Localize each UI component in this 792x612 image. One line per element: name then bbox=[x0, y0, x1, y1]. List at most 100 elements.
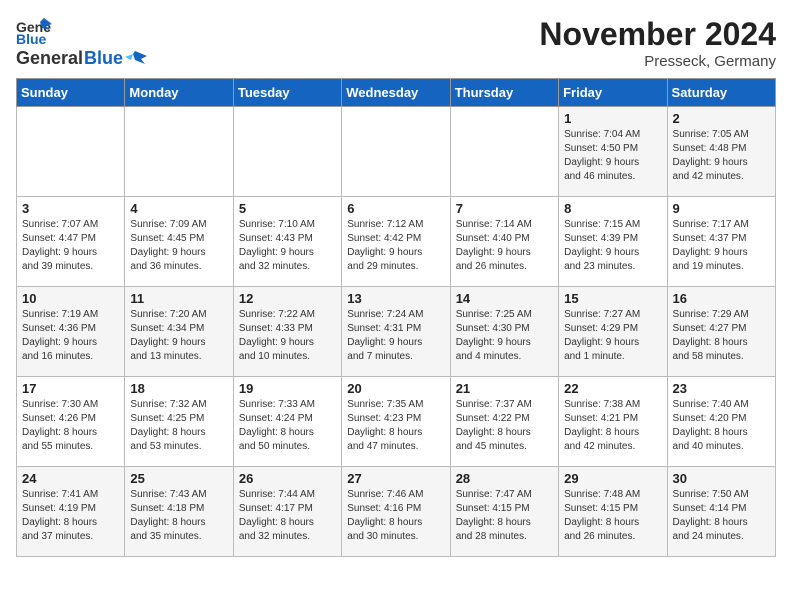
day-number: 25 bbox=[130, 471, 227, 486]
location: Presseck, Germany bbox=[539, 53, 776, 70]
day-number: 26 bbox=[239, 471, 336, 486]
day-info: Sunrise: 7:48 AM Sunset: 4:15 PM Dayligh… bbox=[564, 488, 661, 544]
calendar-cell: 20 Sunrise: 7:35 AM Sunset: 4:23 PM Dayli… bbox=[342, 377, 450, 467]
calendar-cell: 8Sunrise: 7:15 AM Sunset: 4:39 PM Daylig… bbox=[559, 197, 667, 287]
day-info: Sunrise: 7:07 AM Sunset: 4:47 PM Dayligh… bbox=[22, 218, 119, 274]
calendar-cell: 9Sunrise: 7:17 AM Sunset: 4:37 PM Daylig… bbox=[667, 197, 775, 287]
day-number: 28 bbox=[456, 471, 553, 486]
day-number: 11 bbox=[130, 291, 227, 306]
calendar-cell: 17 Sunrise: 7:30 AM Sunset: 4:26 PM Dayli… bbox=[17, 377, 125, 467]
day-info: Sunrise: 7:30 AM Sunset: 4:26 PM Dayligh… bbox=[22, 398, 119, 454]
day-number: 20 bbox=[347, 381, 444, 396]
day-header-tuesday: Tuesday bbox=[233, 79, 341, 107]
calendar-cell: 4 Sunrise: 7:09 AM Sunset: 4:45 PM Daylig… bbox=[125, 197, 233, 287]
day-number: 8 bbox=[564, 201, 661, 216]
bird-icon bbox=[125, 50, 147, 68]
logo-icon: General Blue bbox=[16, 16, 52, 46]
calendar-week-2: 3 Sunrise: 7:07 AM Sunset: 4:47 PM Daylig… bbox=[17, 197, 776, 287]
day-info: Sunrise: 7:25 AM Sunset: 4:30 PM Dayligh… bbox=[456, 308, 553, 364]
calendar-body: 1 Sunrise: 7:04 AM Sunset: 4:50 PM Daylig… bbox=[17, 107, 776, 557]
calendar-week-1: 1 Sunrise: 7:04 AM Sunset: 4:50 PM Daylig… bbox=[17, 107, 776, 197]
day-info: Sunrise: 7:50 AM Sunset: 4:14 PM Dayligh… bbox=[673, 488, 770, 544]
calendar-cell: 29Sunrise: 7:48 AM Sunset: 4:15 PM Dayli… bbox=[559, 467, 667, 557]
day-info: Sunrise: 7:47 AM Sunset: 4:15 PM Dayligh… bbox=[456, 488, 553, 544]
day-number: 24 bbox=[22, 471, 119, 486]
page-header: General Blue General Blue November 2024 … bbox=[16, 16, 776, 70]
calendar-cell: 13 Sunrise: 7:24 AM Sunset: 4:31 PM Dayli… bbox=[342, 287, 450, 377]
day-header-friday: Friday bbox=[559, 79, 667, 107]
calendar-cell: 26 Sunrise: 7:44 AM Sunset: 4:17 PM Dayli… bbox=[233, 467, 341, 557]
calendar-cell: 15Sunrise: 7:27 AM Sunset: 4:29 PM Dayli… bbox=[559, 287, 667, 377]
month-title: November 2024 bbox=[539, 16, 776, 53]
calendar-cell bbox=[450, 107, 558, 197]
day-info: Sunrise: 7:44 AM Sunset: 4:17 PM Dayligh… bbox=[239, 488, 336, 544]
day-info: Sunrise: 7:22 AM Sunset: 4:33 PM Dayligh… bbox=[239, 308, 336, 364]
day-number: 21 bbox=[456, 381, 553, 396]
day-info: Sunrise: 7:14 AM Sunset: 4:40 PM Dayligh… bbox=[456, 218, 553, 274]
day-info: Sunrise: 7:40 AM Sunset: 4:20 PM Dayligh… bbox=[673, 398, 770, 454]
calendar-cell: 14 Sunrise: 7:25 AM Sunset: 4:30 PM Dayli… bbox=[450, 287, 558, 377]
calendar-cell: 2 Sunrise: 7:05 AM Sunset: 4:48 PM Daylig… bbox=[667, 107, 775, 197]
calendar-cell: 10Sunrise: 7:19 AM Sunset: 4:36 PM Dayli… bbox=[17, 287, 125, 377]
day-number: 17 bbox=[22, 381, 119, 396]
day-info: Sunrise: 7:05 AM Sunset: 4:48 PM Dayligh… bbox=[673, 128, 770, 184]
calendar-cell: 6 Sunrise: 7:12 AM Sunset: 4:42 PM Daylig… bbox=[342, 197, 450, 287]
calendar-cell: 22Sunrise: 7:38 AM Sunset: 4:21 PM Dayli… bbox=[559, 377, 667, 467]
calendar-cell bbox=[17, 107, 125, 197]
day-number: 23 bbox=[673, 381, 770, 396]
day-info: Sunrise: 7:33 AM Sunset: 4:24 PM Dayligh… bbox=[239, 398, 336, 454]
day-info: Sunrise: 7:24 AM Sunset: 4:31 PM Dayligh… bbox=[347, 308, 444, 364]
day-info: Sunrise: 7:12 AM Sunset: 4:42 PM Dayligh… bbox=[347, 218, 444, 274]
logo: General Blue General Blue bbox=[16, 16, 147, 69]
calendar-cell: 11 Sunrise: 7:20 AM Sunset: 4:34 PM Dayli… bbox=[125, 287, 233, 377]
day-info: Sunrise: 7:19 AM Sunset: 4:36 PM Dayligh… bbox=[22, 308, 119, 364]
calendar-cell: 25Sunrise: 7:43 AM Sunset: 4:18 PM Dayli… bbox=[125, 467, 233, 557]
day-number: 6 bbox=[347, 201, 444, 216]
day-number: 15 bbox=[564, 291, 661, 306]
calendar-cell: 23 Sunrise: 7:40 AM Sunset: 4:20 PM Dayli… bbox=[667, 377, 775, 467]
calendar-week-5: 24Sunrise: 7:41 AM Sunset: 4:19 PM Dayli… bbox=[17, 467, 776, 557]
day-info: Sunrise: 7:29 AM Sunset: 4:27 PM Dayligh… bbox=[673, 308, 770, 364]
day-info: Sunrise: 7:38 AM Sunset: 4:21 PM Dayligh… bbox=[564, 398, 661, 454]
day-info: Sunrise: 7:20 AM Sunset: 4:34 PM Dayligh… bbox=[130, 308, 227, 364]
day-number: 12 bbox=[239, 291, 336, 306]
calendar-cell: 24Sunrise: 7:41 AM Sunset: 4:19 PM Dayli… bbox=[17, 467, 125, 557]
calendar-cell: 21 Sunrise: 7:37 AM Sunset: 4:22 PM Dayli… bbox=[450, 377, 558, 467]
day-info: Sunrise: 7:10 AM Sunset: 4:43 PM Dayligh… bbox=[239, 218, 336, 274]
day-number: 5 bbox=[239, 201, 336, 216]
day-info: Sunrise: 7:32 AM Sunset: 4:25 PM Dayligh… bbox=[130, 398, 227, 454]
day-header-saturday: Saturday bbox=[667, 79, 775, 107]
calendar-cell: 1 Sunrise: 7:04 AM Sunset: 4:50 PM Daylig… bbox=[559, 107, 667, 197]
day-number: 14 bbox=[456, 291, 553, 306]
day-info: Sunrise: 7:37 AM Sunset: 4:22 PM Dayligh… bbox=[456, 398, 553, 454]
day-header-wednesday: Wednesday bbox=[342, 79, 450, 107]
day-info: Sunrise: 7:04 AM Sunset: 4:50 PM Dayligh… bbox=[564, 128, 661, 184]
day-info: Sunrise: 7:46 AM Sunset: 4:16 PM Dayligh… bbox=[347, 488, 444, 544]
calendar-cell: 12 Sunrise: 7:22 AM Sunset: 4:33 PM Dayli… bbox=[233, 287, 341, 377]
calendar-cell: 5 Sunrise: 7:10 AM Sunset: 4:43 PM Daylig… bbox=[233, 197, 341, 287]
calendar-week-3: 10Sunrise: 7:19 AM Sunset: 4:36 PM Dayli… bbox=[17, 287, 776, 377]
calendar-week-4: 17 Sunrise: 7:30 AM Sunset: 4:26 PM Dayli… bbox=[17, 377, 776, 467]
logo-general: General bbox=[16, 48, 83, 69]
day-number: 13 bbox=[347, 291, 444, 306]
day-header-monday: Monday bbox=[125, 79, 233, 107]
day-number: 9 bbox=[673, 201, 770, 216]
calendar-header-row: SundayMondayTuesdayWednesdayThursdayFrid… bbox=[17, 79, 776, 107]
calendar-cell: 18Sunrise: 7:32 AM Sunset: 4:25 PM Dayli… bbox=[125, 377, 233, 467]
day-info: Sunrise: 7:09 AM Sunset: 4:45 PM Dayligh… bbox=[130, 218, 227, 274]
day-header-thursday: Thursday bbox=[450, 79, 558, 107]
day-number: 30 bbox=[673, 471, 770, 486]
title-block: November 2024 Presseck, Germany bbox=[539, 16, 776, 70]
calendar-cell bbox=[233, 107, 341, 197]
calendar-cell bbox=[342, 107, 450, 197]
day-number: 2 bbox=[673, 111, 770, 126]
day-header-sunday: Sunday bbox=[17, 79, 125, 107]
day-number: 27 bbox=[347, 471, 444, 486]
calendar-cell: 28 Sunrise: 7:47 AM Sunset: 4:15 PM Dayli… bbox=[450, 467, 558, 557]
day-number: 19 bbox=[239, 381, 336, 396]
day-number: 4 bbox=[130, 201, 227, 216]
calendar-cell: 3 Sunrise: 7:07 AM Sunset: 4:47 PM Daylig… bbox=[17, 197, 125, 287]
day-number: 3 bbox=[22, 201, 119, 216]
day-number: 1 bbox=[564, 111, 661, 126]
day-info: Sunrise: 7:35 AM Sunset: 4:23 PM Dayligh… bbox=[347, 398, 444, 454]
